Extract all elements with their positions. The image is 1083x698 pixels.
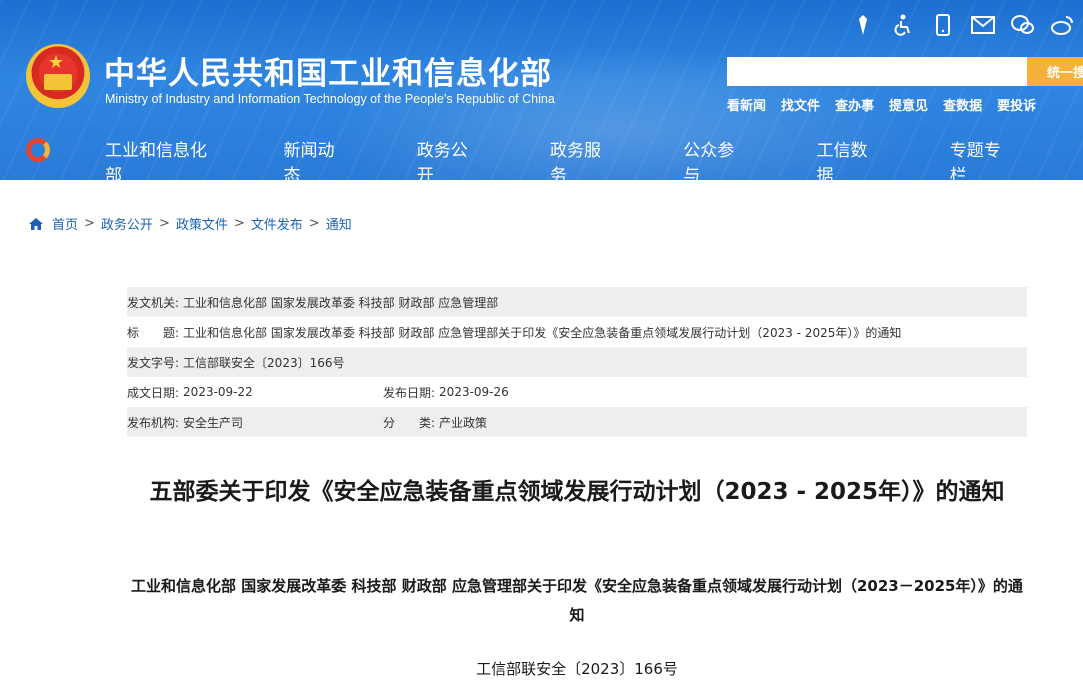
miit-logo-icon[interactable] [26, 138, 50, 162]
breadcrumb-separator: > [308, 216, 320, 231]
meta-row-org: 发布机构: 安全生产司 分 类: 产业政策 [127, 407, 1027, 437]
weibo-icon[interactable] [1050, 12, 1076, 38]
meta-label: 发文字号: [127, 355, 180, 370]
tiananmen-icon [44, 74, 72, 90]
nav-item-ministry[interactable]: 工业和信息化部 [105, 136, 210, 180]
nav-item-gov-affairs[interactable]: 政务公开 [417, 136, 477, 180]
meta-issuer: 工业和信息化部 国家发展改革委 科技部 财政部 应急管理部 [183, 295, 499, 310]
quick-link-complaint[interactable]: 要投诉 [997, 95, 1036, 114]
national-emblem-icon[interactable] [850, 12, 876, 38]
meta-label: 发布日期: [383, 385, 436, 400]
breadcrumb-file-release[interactable]: 文件发布 [251, 214, 303, 233]
breadcrumb-home[interactable]: 首页 [52, 214, 78, 233]
breadcrumb-policy-docs[interactable]: 政策文件 [176, 214, 228, 233]
wechat-icon[interactable] [1010, 12, 1036, 38]
meta-org: 安全生产司 [183, 415, 244, 430]
mobile-icon[interactable] [930, 12, 956, 38]
national-emblem-logo[interactable]: ★ [26, 44, 90, 108]
quick-link-feedback[interactable]: 提意见 [889, 95, 928, 114]
meta-published-date: 2023-09-26 [439, 385, 509, 399]
top-icon-bar [850, 12, 1076, 38]
quick-link-data[interactable]: 查数据 [943, 95, 982, 114]
quick-link-services[interactable]: 查办事 [835, 95, 874, 114]
breadcrumb-notice[interactable]: 通知 [326, 214, 352, 233]
search-button[interactable]: 统一搜 [1027, 57, 1083, 86]
quick-link-news[interactable]: 看新闻 [727, 95, 766, 114]
quick-link-files[interactable]: 找文件 [781, 95, 820, 114]
meta-category: 产业政策 [439, 415, 488, 430]
meta-row-dates: 成文日期: 2023-09-22 发布日期: 2023-09-26 [127, 377, 1027, 407]
meta-label: 分 类: [383, 415, 436, 430]
breadcrumb-separator: > [158, 216, 170, 231]
meta-row-issuer: 发文机关: 工业和信息化部 国家发展改革委 科技部 财政部 应急管理部 [127, 287, 1027, 317]
meta-label: 发布机构: [127, 415, 180, 430]
mail-icon[interactable] [970, 12, 996, 38]
nav-item-data[interactable]: 工信数据 [817, 136, 877, 180]
star-icon: ★ [48, 52, 65, 73]
meta-label: 成文日期: [127, 385, 180, 400]
article-title: 五部委关于印发《安全应急装备重点领域发展行动计划（2023 - 2025年）》的… [149, 479, 1005, 505]
article-subtitle: 工业和信息化部 国家发展改革委 科技部 财政部 应急管理部关于印发《安全应急装备… [131, 577, 1023, 624]
main-nav: 工业和信息化部 新闻动态 政务公开 政务服务 公众参与 工信数据 专题专栏 [0, 128, 1083, 180]
breadcrumb-separator: > [84, 216, 95, 231]
site-header: ★ 中华人民共和国工业和信息化部 Ministry of Industry an… [0, 0, 1083, 180]
breadcrumb: 首页 > 政务公开 > 政策文件 > 文件发布 > 通知 [28, 214, 352, 233]
search-input[interactable] [727, 57, 1027, 86]
quick-links: 看新闻 找文件 查办事 提意见 查数据 要投诉 [727, 95, 1036, 114]
meta-label: 发文机关: [127, 295, 180, 310]
site-title-cn[interactable]: 中华人民共和国工业和信息化部 [104, 48, 552, 93]
breadcrumb-gov-affairs[interactable]: 政务公开 [101, 214, 153, 233]
meta-docno: 工信部联安全〔2023〕166号 [183, 355, 345, 370]
meta-title: 工业和信息化部 国家发展改革委 科技部 财政部 应急管理部关于印发《安全应急装备… [183, 325, 902, 340]
meta-row-docno: 发文字号: 工信部联安全〔2023〕166号 [127, 347, 1027, 377]
nav-item-news[interactable]: 新闻动态 [283, 136, 343, 180]
nav-item-participation[interactable]: 公众参与 [683, 136, 743, 180]
home-icon[interactable] [28, 216, 44, 232]
nav-item-gov-services[interactable]: 政务服务 [550, 136, 610, 180]
meta-row-title: 标 题: 工业和信息化部 国家发展改革委 科技部 财政部 应急管理部关于印发《安… [127, 317, 1027, 347]
nav-item-topics[interactable]: 专题专栏 [950, 136, 1010, 180]
accessibility-icon[interactable] [890, 12, 916, 38]
meta-label: 标 题: [127, 325, 180, 340]
document-meta-table: 发文机关: 工业和信息化部 国家发展改革委 科技部 财政部 应急管理部 标 题:… [127, 287, 1027, 437]
article-docno: 工信部联安全〔2023〕166号 [476, 660, 678, 678]
meta-written-date: 2023-09-22 [183, 385, 253, 399]
breadcrumb-separator: > [233, 216, 245, 231]
site-title-en: Ministry of Industry and Information Tec… [105, 92, 555, 106]
